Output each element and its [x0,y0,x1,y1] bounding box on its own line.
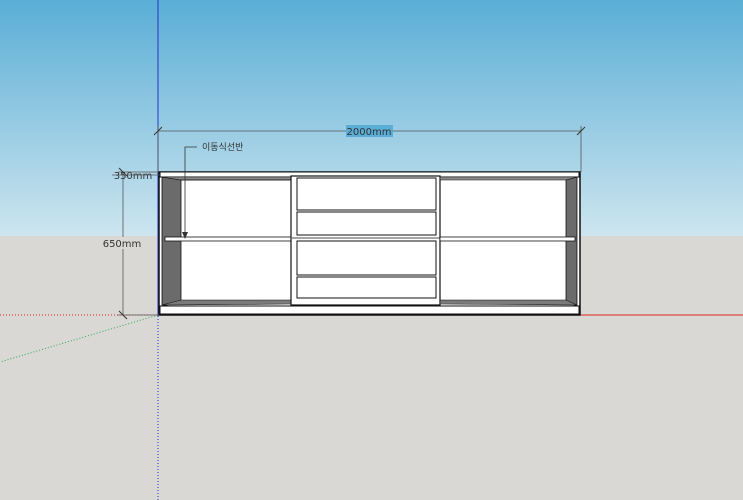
left-back-bottom [161,299,292,306]
left-side-panel [161,176,182,307]
depth-dimension-label: 350mm [114,171,153,182]
left-shelf[interactable] [164,236,292,242]
cabinet[interactable] [158,171,581,316]
sketchup-viewport[interactable]: 2000mm 650mm 350mm 이동식선반 [0,0,743,500]
drawer-3[interactable] [296,240,437,276]
drawer-1[interactable] [296,177,437,211]
base-plinth [159,305,580,315]
drawer-2[interactable] [296,211,437,236]
right-back-top [439,176,578,181]
width-dimension-label: 2000mm [347,127,392,138]
left-back-top [161,176,292,181]
right-shelf[interactable] [439,236,576,242]
model-canvas[interactable]: 2000mm 650mm 350mm 이동식선반 [0,0,743,500]
right-side-panel [565,176,578,307]
shelf-note-label: 이동식선반 [202,142,243,153]
drawer-4[interactable] [296,276,437,299]
right-back-bottom [439,299,578,306]
height-dimension-label: 650mm [103,239,142,250]
center-section[interactable] [290,175,441,306]
